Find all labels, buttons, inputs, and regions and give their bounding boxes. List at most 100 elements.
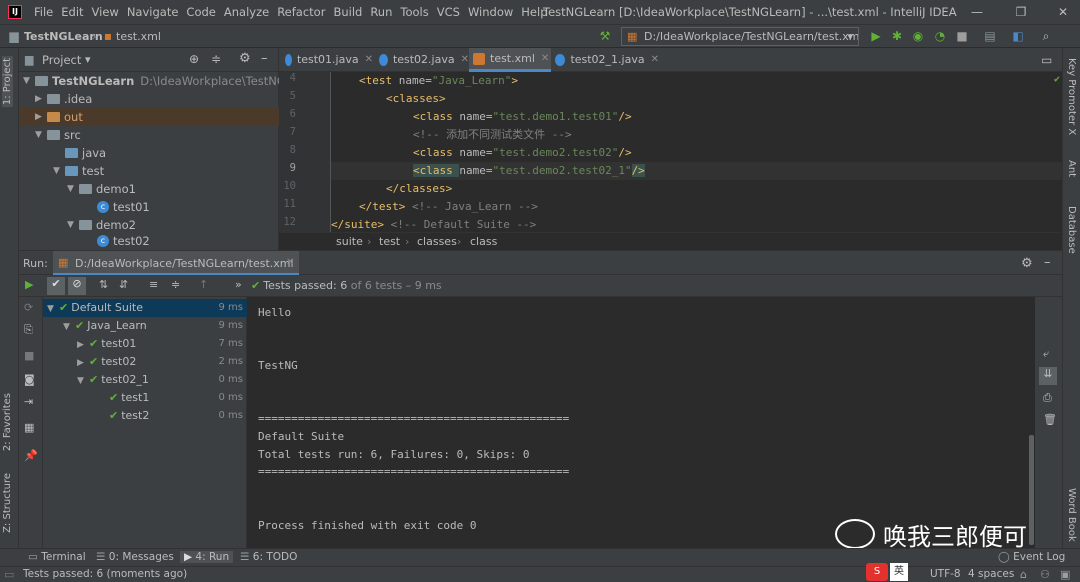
ant-tool-tab[interactable]: Ant — [1066, 160, 1077, 177]
close-window-button[interactable]: ✕ — [1054, 3, 1072, 21]
close-icon[interactable]: ✕ — [651, 48, 659, 72]
gear-icon[interactable]: ⚙ — [239, 51, 251, 66]
tab-test02_1-java[interactable]: test02_1.java ✕ — [551, 48, 659, 72]
test-node-test02[interactable]: ▶ ✔ test02 2 ms — [43, 353, 247, 371]
breadcrumb-item[interactable]: classes — [417, 235, 457, 248]
previous-failed-icon[interactable]: ↑ — [199, 278, 208, 291]
menu-view[interactable]: View — [92, 5, 119, 19]
breadcrumb-item[interactable]: class — [470, 235, 497, 248]
structure-tool-tab[interactable]: Z: Structure — [2, 473, 13, 533]
exit-icon[interactable]: ⇥ — [24, 395, 33, 408]
tree-item-out[interactable]: ▶ out — [19, 108, 279, 126]
menu-window[interactable]: Window — [468, 5, 513, 19]
test-node-test1[interactable]: ✔ test1 0 ms — [43, 389, 247, 407]
stop-icon[interactable]: ■ — [24, 349, 34, 362]
pin-icon[interactable]: 📌 — [24, 449, 38, 462]
tree-item-test02[interactable]: c test02 — [97, 232, 150, 250]
test-node-test02_1[interactable]: ▼ ✔ test02_1 0 ms — [43, 371, 247, 389]
lock-icon[interactable]: ⌂ — [1020, 568, 1027, 581]
nav-crumb-project[interactable]: TestNGLearn — [24, 30, 103, 43]
status-panel-icon[interactable]: ▭ — [4, 568, 14, 581]
messages-tool-tab[interactable]: ☰ 0: Messages — [96, 551, 174, 563]
menu-tools[interactable]: Tools — [400, 5, 428, 19]
close-icon[interactable]: ✕ — [461, 48, 469, 72]
menu-navigate[interactable]: Navigate — [127, 5, 179, 19]
tree-item-src[interactable]: ▼ src — [35, 126, 81, 144]
favorites-tool-tab[interactable]: 2: Favorites — [2, 393, 13, 451]
test-node-java-learn[interactable]: ▼ ✔ Java_Learn 9 ms — [43, 317, 247, 335]
menu-build[interactable]: Build — [333, 5, 362, 19]
run-config-select[interactable]: ▦ D:/IdeaWorkplace/TestNGLearn/test.xml … — [621, 27, 859, 46]
console-scrollbar[interactable] — [1029, 435, 1034, 545]
profile-icon[interactable]: ◔ — [932, 28, 948, 44]
tree-item-test[interactable]: ▼ test — [53, 162, 104, 180]
layout-icon[interactable]: ▦ — [24, 421, 34, 434]
event-log-tab[interactable]: ◯ Event Log — [998, 551, 1065, 563]
test-node-test2[interactable]: ✔ test2 0 ms — [43, 407, 247, 425]
print-icon[interactable]: ⎙ — [1043, 391, 1052, 405]
close-icon[interactable]: ✕ — [541, 47, 549, 71]
database-tool-tab[interactable]: Database — [1066, 206, 1077, 254]
nav-crumb-file[interactable]: test.xml — [116, 30, 161, 43]
tree-item-test01[interactable]: c test01 — [97, 198, 150, 216]
rerun-icon[interactable]: ▶ — [25, 278, 33, 291]
show-passed-toggle-icon[interactable]: ✔ — [47, 277, 65, 295]
tab-test02-java[interactable]: test02.java ✕ — [375, 48, 469, 72]
run-tool-tab[interactable]: ▶ 4: Run — [180, 551, 234, 563]
close-icon[interactable]: ✕ — [286, 257, 294, 268]
import-tests-icon[interactable]: ⎘ — [24, 323, 33, 337]
hide-panel-icon[interactable]: – — [1044, 255, 1051, 270]
breadcrumb-item[interactable]: test — [379, 235, 400, 248]
stop-icon[interactable]: ■ — [954, 28, 970, 44]
expand-all-icon[interactable]: ≡ — [149, 278, 158, 291]
terminal-tool-tab[interactable]: ▭ Terminal — [28, 551, 86, 563]
inspector-icon[interactable]: ⚇ — [1040, 568, 1050, 581]
gear-icon[interactable]: ⚙ — [1021, 256, 1033, 271]
menu-file[interactable]: File — [34, 5, 53, 19]
notifications-icon[interactable]: ▣ — [1060, 568, 1070, 581]
sogou-ime-icon[interactable]: S — [866, 563, 888, 581]
show-ignored-toggle-icon[interactable]: ⊘ — [68, 277, 86, 295]
tree-item-java[interactable]: java — [65, 144, 106, 162]
trash-icon[interactable]: 🗑 — [1043, 413, 1057, 426]
key-promoter-tool-tab[interactable]: Key Promoter X — [1066, 58, 1077, 135]
translate-icon[interactable]: ◧ — [1010, 28, 1026, 44]
menu-vcs[interactable]: VCS — [437, 5, 460, 19]
run-icon[interactable]: ▶ — [868, 28, 884, 44]
collapse-all-icon[interactable]: ≑ — [211, 52, 221, 66]
project-structure-icon[interactable]: ▤ — [982, 28, 998, 44]
debug-icon[interactable]: ✱ — [889, 28, 905, 44]
sort-duration-icon[interactable]: ⇵ — [119, 278, 128, 291]
scroll-to-end-icon[interactable]: ⇊ — [1039, 367, 1057, 385]
project-view-select[interactable]: Project — [42, 53, 81, 67]
file-encoding[interactable]: UTF-8 — [930, 568, 961, 580]
close-icon[interactable]: ✕ — [365, 48, 373, 72]
word-book-tool-tab[interactable]: Word Book — [1066, 488, 1077, 542]
ime-mode-indicator[interactable]: 英 — [890, 563, 908, 581]
soft-wrap-icon[interactable]: ⤶ — [1043, 347, 1049, 361]
camera-icon[interactable]: ◙ — [24, 373, 35, 386]
toggle-auto-test-icon[interactable]: ⟳ — [24, 301, 33, 314]
console-output[interactable]: Hello TestNG ===========================… — [247, 297, 1035, 548]
menu-run[interactable]: Run — [370, 5, 392, 19]
collapse-all-icon[interactable]: ≑ — [171, 278, 180, 291]
test-node-test01[interactable]: ▶ ✔ test01 7 ms — [43, 335, 247, 353]
minimize-button[interactable]: — — [968, 3, 986, 21]
maximize-button[interactable]: ❐ — [1012, 3, 1030, 21]
run-config-tab[interactable]: ▦ D:/IdeaWorkplace/TestNGLearn/test.xml … — [53, 251, 299, 276]
menu-code[interactable]: Code — [186, 5, 215, 19]
menu-refactor[interactable]: Refactor — [277, 5, 325, 19]
tab-test-xml[interactable]: test.xml ✕ — [469, 48, 551, 72]
search-everywhere-icon[interactable]: ⌕ — [1038, 28, 1054, 44]
sort-alpha-icon[interactable]: ⇅ — [99, 278, 108, 291]
tab-menu-icon[interactable]: ▭ — [1041, 53, 1052, 67]
tree-item-demo1[interactable]: ▼ demo1 — [67, 180, 136, 198]
tree-item-idea[interactable]: ▶ .idea — [35, 90, 92, 108]
indent-setting[interactable]: 4 spaces — [968, 568, 1014, 580]
hide-panel-icon[interactable]: – — [261, 51, 268, 66]
menu-edit[interactable]: Edit — [61, 5, 83, 19]
more-actions-icon[interactable]: » — [235, 278, 242, 291]
project-tool-tab[interactable]: 1: Project — [2, 56, 13, 108]
coverage-icon[interactable]: ◉ — [910, 28, 926, 44]
tab-test01-java[interactable]: test01.java ✕ — [281, 48, 373, 72]
